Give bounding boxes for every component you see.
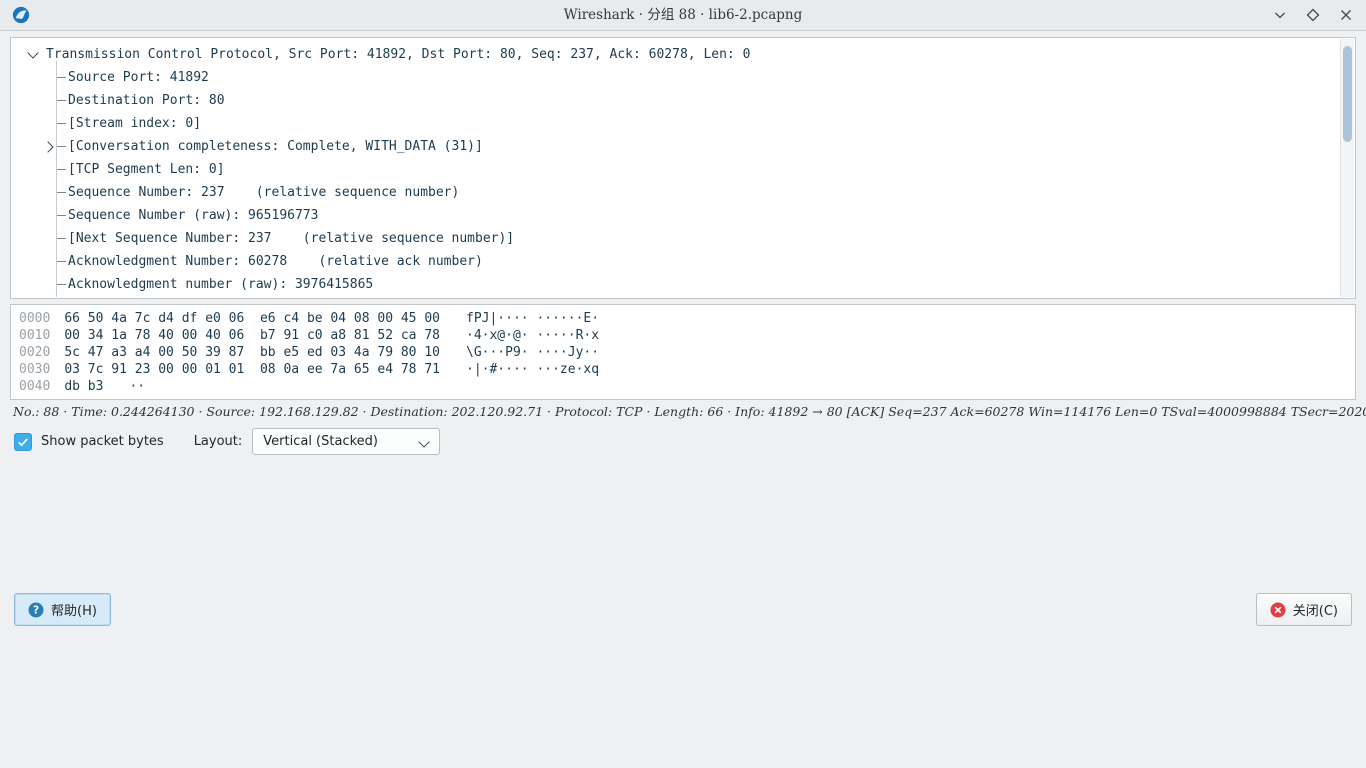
tree-row[interactable]: 1000 .... = Header Length: 32 bytes (8) xyxy=(12,296,1341,297)
tree-branch-line xyxy=(57,77,66,78)
close-button-label: 关闭(C) xyxy=(1293,600,1338,619)
help-button-label: 帮助(H) xyxy=(51,600,97,619)
titlebar[interactable]: Wireshark · 分组 88 · lib6-2.pcapng xyxy=(0,0,1366,31)
show-packet-bytes-checkbox[interactable] xyxy=(14,433,32,451)
layout-select-value: Vertical (Stacked) xyxy=(263,434,378,449)
close-window-icon[interactable] xyxy=(1338,7,1354,23)
svg-text:?: ? xyxy=(33,604,39,616)
hex-ascii[interactable]: \G···P9· ····Jy·· xyxy=(466,345,599,360)
packet-detail-pane: Transmission Control Protocol, Src Port:… xyxy=(10,37,1356,299)
hex-offset: 0010 xyxy=(19,328,50,343)
wireshark-logo-icon xyxy=(12,6,30,24)
hex-offset: 0030 xyxy=(19,362,50,377)
hex-row[interactable]: 0010 00 34 1a 78 40 00 40 06 b7 91 c0 a8 … xyxy=(19,327,1355,344)
chevron-down-icon xyxy=(419,436,430,447)
layout-label: Layout: xyxy=(194,434,243,449)
tree-children: Source Port: 41892Destination Port: 80[S… xyxy=(12,66,1341,297)
tree-row-root[interactable]: Transmission Control Protocol, Src Port:… xyxy=(12,43,1341,66)
hex-offset: 0000 xyxy=(19,311,50,326)
hex-bytes[interactable]: 5c 47 a3 a4 00 50 39 87 bb e5 ed 03 4a 7… xyxy=(64,345,440,360)
tree-item-label: 1000 .... = Header Length: 32 bytes (8) xyxy=(68,296,373,297)
hex-dump: 0000 66 50 4a 7c d4 df e0 06 e6 c4 be 04 … xyxy=(19,310,1355,395)
wireshark-packet-dialog: Wireshark · 分组 88 · lib6-2.pcapng Transm… xyxy=(0,0,1366,768)
tree-item-label: [TCP Segment Len: 0] xyxy=(68,158,225,181)
tree-branch-line xyxy=(57,100,66,101)
dialog-controls: Show packet bytes Layout: Vertical (Stac… xyxy=(0,424,1366,460)
dialog-buttons: ? 帮助(H) 关闭(C) xyxy=(0,460,1366,768)
chevron-right-icon[interactable] xyxy=(42,141,53,152)
hex-offset: 0040 xyxy=(19,379,50,394)
tree-branch-line xyxy=(57,215,66,216)
tree-row[interactable]: Acknowledgment Number: 60278 (relative a… xyxy=(12,250,1341,273)
hex-ascii[interactable]: ·· xyxy=(129,379,145,394)
hex-row[interactable]: 0040 db b3 ·· xyxy=(19,378,1355,395)
tree-item-label: Sequence Number: 237 (relative sequence … xyxy=(68,181,459,204)
help-button[interactable]: ? 帮助(H) xyxy=(14,593,111,626)
maximize-icon[interactable] xyxy=(1305,7,1321,23)
hex-bytes[interactable]: db b3 xyxy=(64,379,103,394)
scrollbar-thumb[interactable] xyxy=(1343,46,1352,142)
hex-bytes[interactable]: 66 50 4a 7c d4 df e0 06 e6 c4 be 04 08 0… xyxy=(64,311,440,326)
tree-row[interactable]: [Conversation completeness: Complete, WI… xyxy=(12,135,1341,158)
window-controls xyxy=(1272,7,1354,23)
tree-item-label: Source Port: 41892 xyxy=(68,66,209,89)
tree-item-label: Destination Port: 80 xyxy=(68,89,225,112)
hex-row[interactable]: 0020 5c 47 a3 a4 00 50 39 87 bb e5 ed 03 … xyxy=(19,344,1355,361)
packet-bytes-pane: 0000 66 50 4a 7c d4 df e0 06 e6 c4 be 04 … xyxy=(10,304,1356,400)
tree-branch-line xyxy=(57,146,66,147)
tree-item-label: Acknowledgment Number: 60278 (relative a… xyxy=(68,250,483,273)
chevron-down-icon[interactable] xyxy=(27,47,38,58)
close-icon xyxy=(1270,602,1286,618)
tree-row[interactable]: Sequence Number: 237 (relative sequence … xyxy=(12,181,1341,204)
packet-summary-line: No.: 88 · Time: 0.244264130 · Source: 19… xyxy=(0,400,1366,424)
tree-branch-line xyxy=(57,238,66,239)
tree-row[interactable]: Sequence Number (raw): 965196773 xyxy=(12,204,1341,227)
window-title: Wireshark · 分组 88 · lib6-2.pcapng xyxy=(564,0,802,30)
tree-branch-line xyxy=(57,261,66,262)
tree-row[interactable]: Source Port: 41892 xyxy=(12,66,1341,89)
tree-row[interactable]: Destination Port: 80 xyxy=(12,89,1341,112)
hex-offset: 0020 xyxy=(19,345,50,360)
tree-branch-line xyxy=(57,284,66,285)
tree-item-label: [Conversation completeness: Complete, WI… xyxy=(68,135,483,158)
help-icon: ? xyxy=(28,602,44,618)
close-button[interactable]: 关闭(C) xyxy=(1256,593,1352,626)
tree-item-label: Sequence Number (raw): 965196773 xyxy=(68,204,318,227)
hex-bytes[interactable]: 00 34 1a 78 40 00 40 06 b7 91 c0 a8 81 5… xyxy=(64,328,440,343)
tree-row[interactable]: [Next Sequence Number: 237 (relative seq… xyxy=(12,227,1341,250)
hex-row[interactable]: 0000 66 50 4a 7c d4 df e0 06 e6 c4 be 04 … xyxy=(19,310,1355,327)
layout-select[interactable]: Vertical (Stacked) xyxy=(252,428,440,455)
vertical-scrollbar[interactable] xyxy=(1340,39,1354,297)
tree-item-label: Acknowledgment number (raw): 3976415865 xyxy=(68,273,373,296)
hex-ascii[interactable]: ·4·x@·@· ·····R·x xyxy=(466,328,599,343)
tree-row[interactable]: [TCP Segment Len: 0] xyxy=(12,158,1341,181)
tree-branch-line xyxy=(57,169,66,170)
tree-item-label: [Stream index: 0] xyxy=(68,112,201,135)
tree-branch-line xyxy=(57,192,66,193)
tree-row[interactable]: Acknowledgment number (raw): 3976415865 xyxy=(12,273,1341,296)
tree-branch-line xyxy=(57,123,66,124)
hex-ascii[interactable]: ·|·#···· ···ze·xq xyxy=(466,362,599,377)
tree-item-label: [Next Sequence Number: 237 (relative seq… xyxy=(68,227,514,250)
hex-bytes[interactable]: 03 7c 91 23 00 00 01 01 08 0a ee 7a 65 e… xyxy=(64,362,440,377)
show-packet-bytes-label: Show packet bytes xyxy=(41,434,164,449)
tree-row[interactable]: [Stream index: 0] xyxy=(12,112,1341,135)
minimize-icon[interactable] xyxy=(1272,7,1288,23)
hex-ascii[interactable]: fPJ|···· ······E· xyxy=(466,311,599,326)
tree-item-label: Transmission Control Protocol, Src Port:… xyxy=(46,43,750,66)
hex-row[interactable]: 0030 03 7c 91 23 00 00 01 01 08 0a ee 7a … xyxy=(19,361,1355,378)
packet-detail-tree: Transmission Control Protocol, Src Port:… xyxy=(12,39,1341,297)
